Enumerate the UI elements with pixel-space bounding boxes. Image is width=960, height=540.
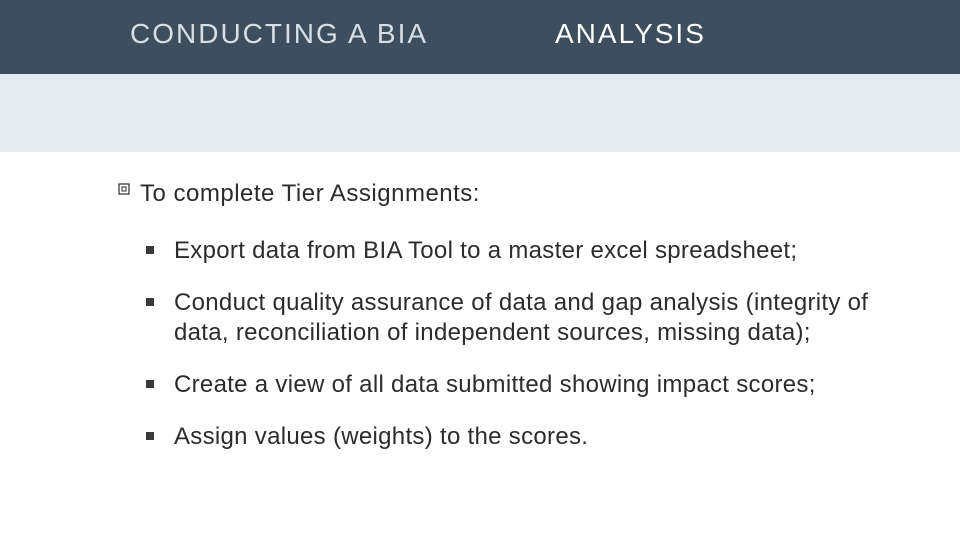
- list-item: Export data from BIA Tool to a master ex…: [118, 236, 900, 266]
- list-item: Assign values (weights) to the scores.: [118, 422, 900, 452]
- title-right: ANALYSIS: [555, 18, 706, 50]
- slide: CONDUCTING A BIA ANALYSIS To complete Ti…: [0, 0, 960, 540]
- square-bullet-icon: [146, 298, 154, 306]
- intro-text: To complete Tier Assignments:: [140, 180, 480, 207]
- title-band: CONDUCTING A BIA ANALYSIS: [0, 0, 960, 74]
- list-item-text: Conduct quality assurance of data and ga…: [174, 289, 868, 346]
- intro-bullet-icon: [118, 182, 132, 196]
- list-item: Create a view of all data submitted show…: [118, 370, 900, 400]
- content-area: To complete Tier Assignments: Export dat…: [118, 180, 900, 474]
- title-left: CONDUCTING A BIA: [130, 18, 428, 50]
- list-item-text: Assign values (weights) to the scores.: [174, 423, 588, 450]
- square-bullet-icon: [146, 380, 154, 388]
- list-item-text: Export data from BIA Tool to a master ex…: [174, 237, 797, 264]
- square-bullet-icon: [146, 246, 154, 254]
- square-bullet-icon: [146, 432, 154, 440]
- spacer-band: [0, 74, 960, 152]
- intro-line: To complete Tier Assignments:: [118, 180, 900, 208]
- list-item: Conduct quality assurance of data and ga…: [118, 288, 900, 348]
- list-item-text: Create a view of all data submitted show…: [174, 371, 816, 398]
